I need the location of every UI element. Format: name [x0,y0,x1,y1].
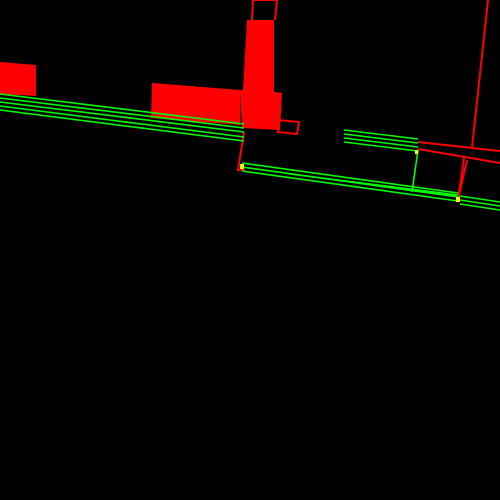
floor-plan-canvas [0,0,500,500]
corner-marker-center [415,150,418,154]
wall-block-left [0,62,36,96]
corner-marker-left [240,164,244,169]
corner-marker-right [456,197,460,202]
